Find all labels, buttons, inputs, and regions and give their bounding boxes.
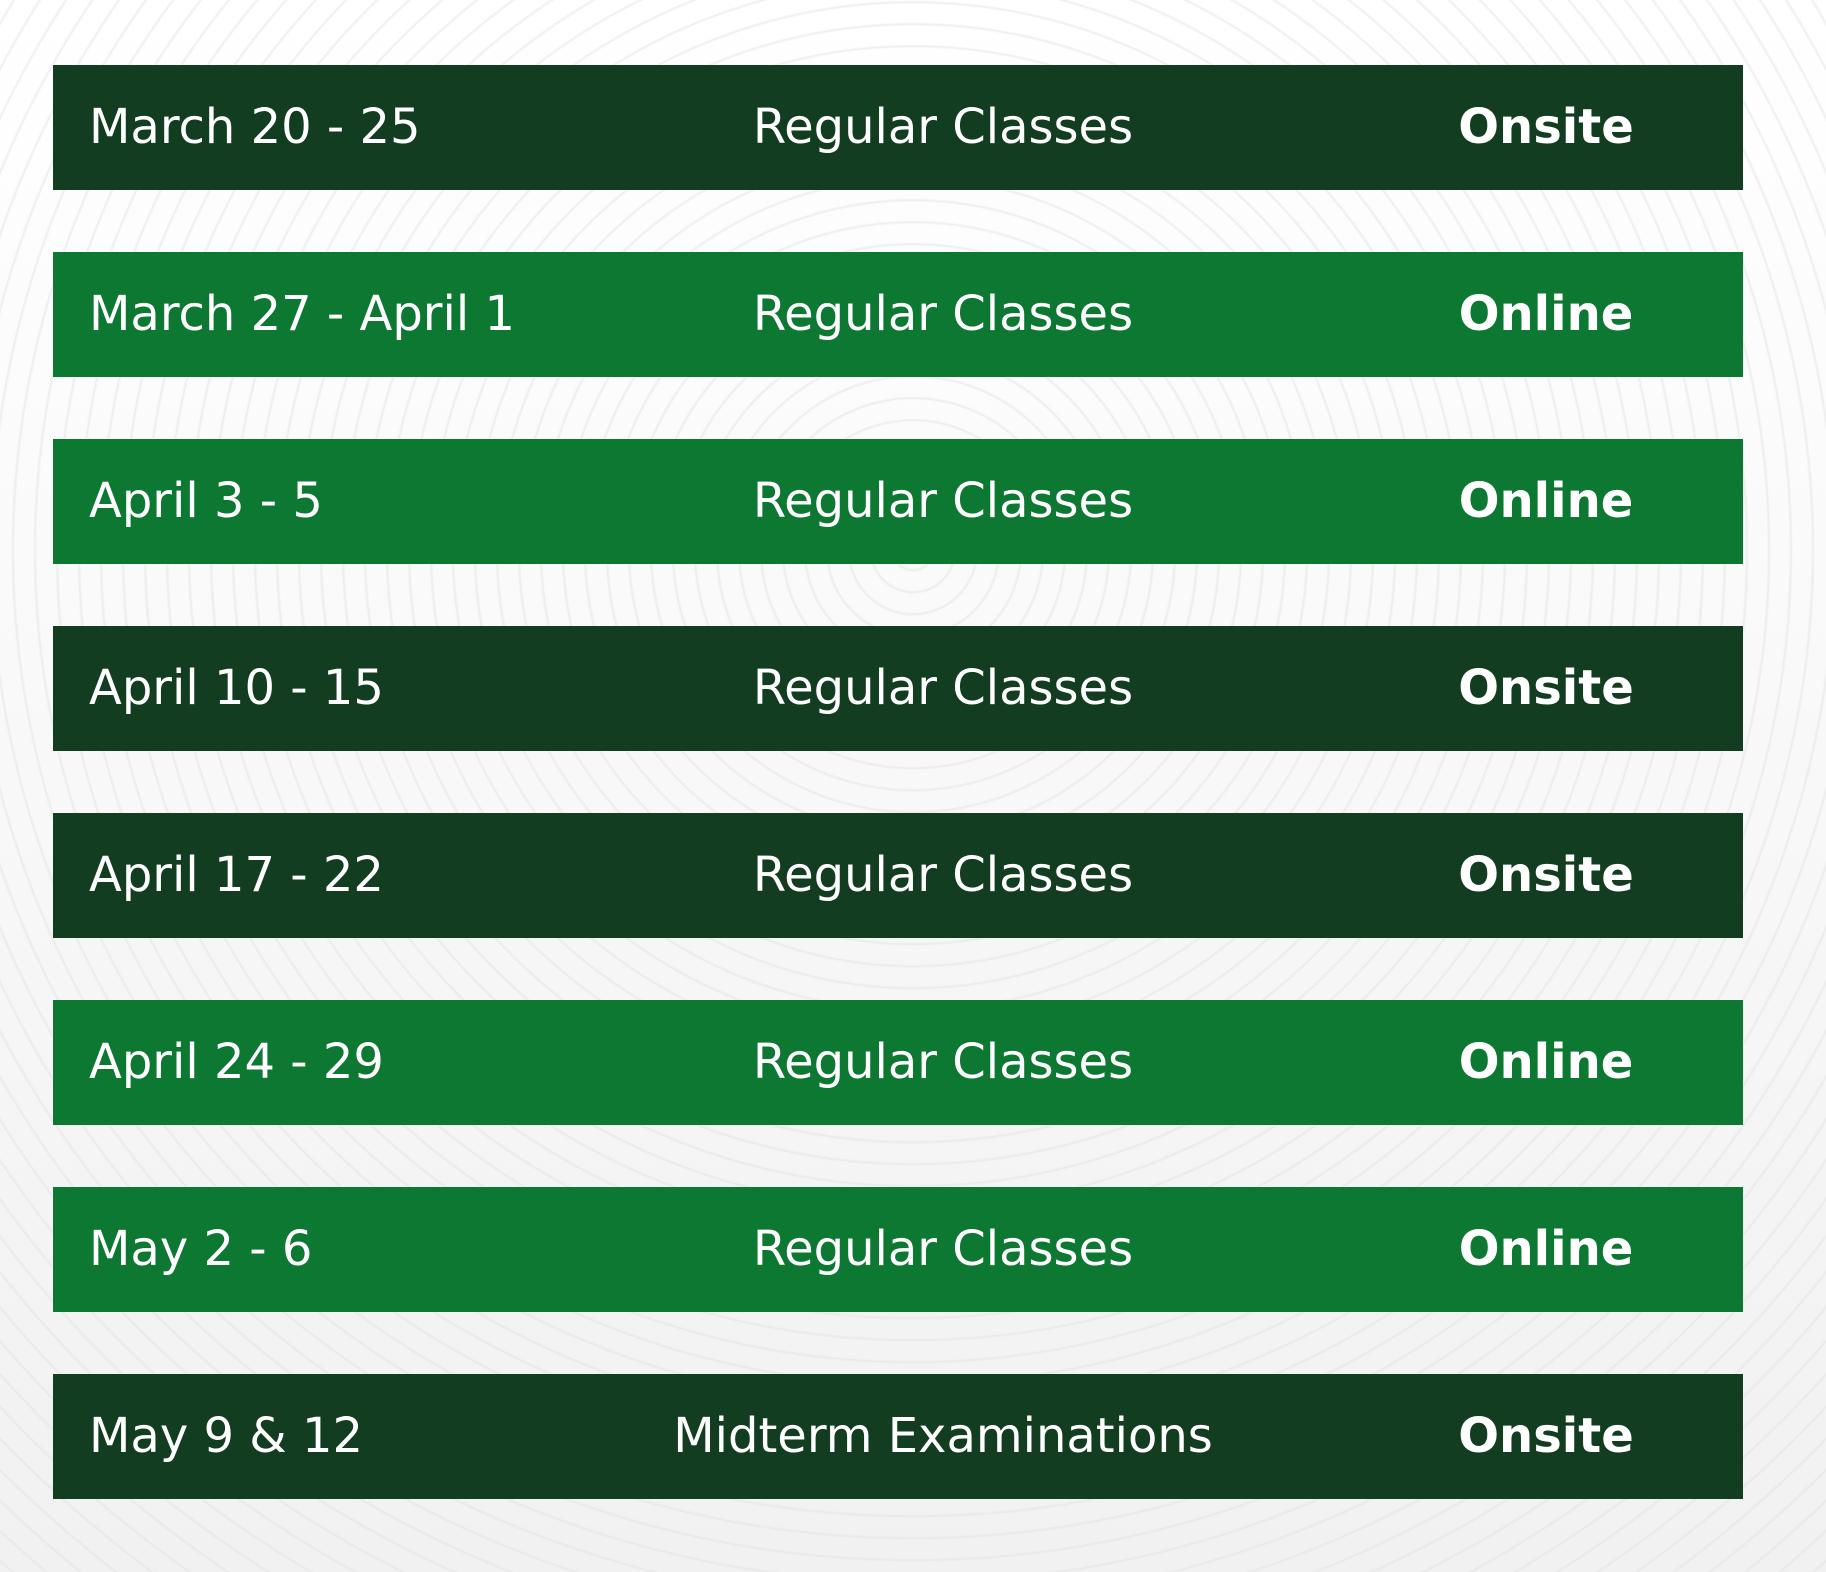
- row-date: May 2 - 6: [89, 1221, 313, 1277]
- row-activity: Regular Classes: [752, 847, 1134, 903]
- row-date: April 3 - 5: [89, 473, 323, 529]
- schedule-row: March 20 - 25 Regular Classes Onsite: [53, 65, 1743, 190]
- schedule-row: May 2 - 6 Regular Classes Online: [53, 1187, 1743, 1312]
- row-mode: Onsite: [1458, 1408, 1634, 1464]
- row-mode: Onsite: [1458, 847, 1634, 903]
- row-mode: Online: [1458, 473, 1634, 529]
- row-mode: Online: [1458, 1221, 1634, 1277]
- row-activity: Midterm Examinations: [673, 1408, 1213, 1464]
- row-activity: Regular Classes: [752, 1221, 1134, 1277]
- schedule-row: May 9 & 12 Midterm Examinations Onsite: [53, 1374, 1743, 1499]
- schedule-row: April 3 - 5 Regular Classes Online: [53, 439, 1743, 564]
- row-mode: Onsite: [1458, 99, 1634, 155]
- schedule-table: March 20 - 25 Regular Classes Onsite Mar…: [53, 65, 1743, 1499]
- row-date: April 17 - 22: [89, 847, 384, 903]
- schedule-row: April 24 - 29 Regular Classes Online: [53, 1000, 1743, 1125]
- schedule-row: April 17 - 22 Regular Classes Onsite: [53, 813, 1743, 938]
- row-date: April 24 - 29: [89, 1034, 384, 1090]
- row-date: April 10 - 15: [89, 660, 384, 716]
- row-date: March 27 - April 1: [89, 286, 515, 342]
- row-mode: Online: [1458, 1034, 1634, 1090]
- schedule-row: March 27 - April 1 Regular Classes Onlin…: [53, 252, 1743, 377]
- row-date: May 9 & 12: [89, 1408, 364, 1464]
- row-activity: Regular Classes: [752, 660, 1134, 716]
- row-mode: Online: [1458, 286, 1634, 342]
- row-activity: Regular Classes: [752, 473, 1134, 529]
- row-activity: Regular Classes: [752, 99, 1134, 155]
- row-activity: Regular Classes: [752, 286, 1134, 342]
- row-mode: Onsite: [1458, 660, 1634, 716]
- row-date: March 20 - 25: [89, 99, 421, 155]
- schedule-row: April 10 - 15 Regular Classes Onsite: [53, 626, 1743, 751]
- row-activity: Regular Classes: [752, 1034, 1134, 1090]
